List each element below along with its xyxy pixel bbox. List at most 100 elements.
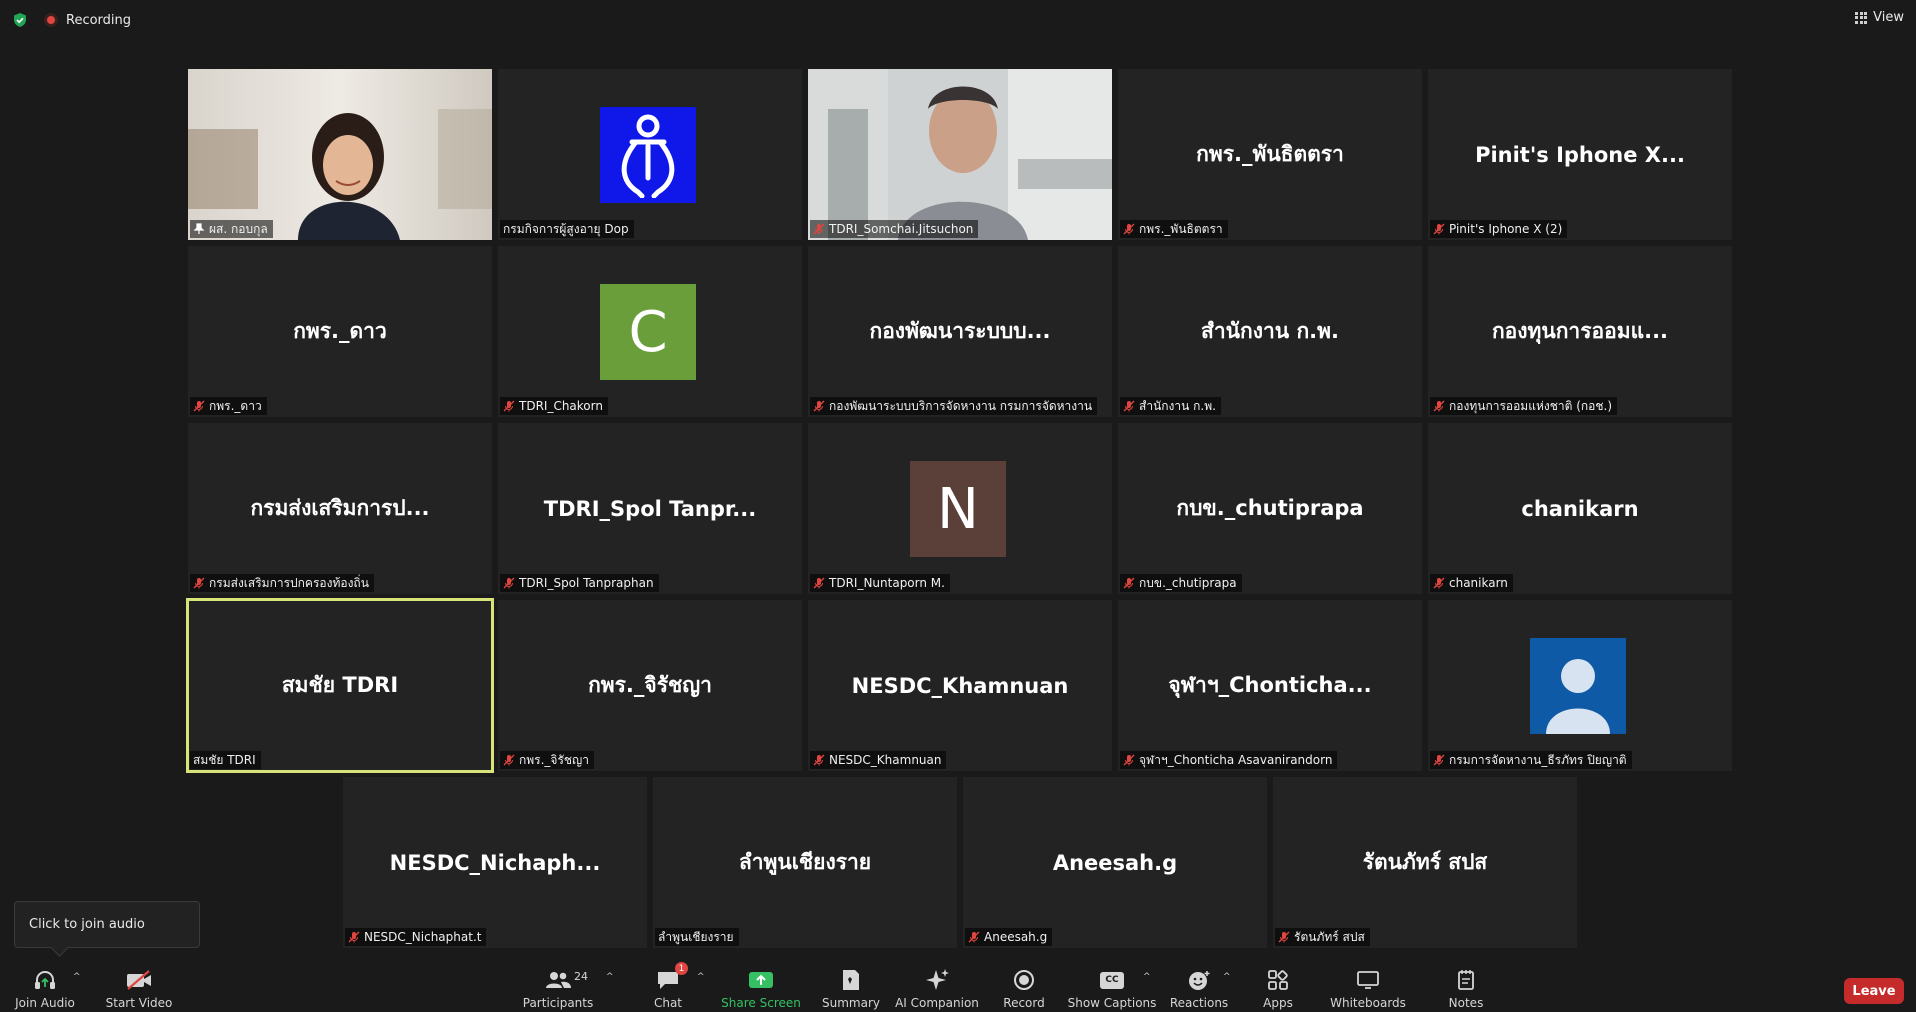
participant-name: กรมการจัดหางาน_ธีรภัทร ปิยญาติ [1449,752,1627,767]
avatar-initial: C [628,299,668,365]
video-off-icon [125,966,153,994]
chat-button[interactable]: 1 Chat [648,960,688,1012]
shield-icon[interactable] [12,12,28,28]
participant-name: NESDC_Khamnuan [829,753,942,767]
participant-name: chanikarn [1449,576,1508,590]
muted-mic-icon [503,400,515,412]
reactions-options-caret-icon[interactable]: ^ [1223,972,1231,982]
participants-button[interactable]: 24 Participants [522,960,594,1012]
participant-tile[interactable]: ผส. กอบกุล [188,69,492,240]
participant-tile[interactable]: C TDRI_Chakorn [498,246,802,417]
participant-name-label: กรมกิจการผู้สูงอายุ Dop [500,220,634,238]
participant-tile[interactable]: กพร._จิรัชญา กพร._จิรัชญา [498,600,802,771]
show-captions-button[interactable]: CC Show Captions [1068,960,1156,1012]
join-audio-button[interactable]: Join Audio [14,960,76,1012]
participant-tile[interactable]: กองพัฒนาระบบบ... กองพัฒนาระบบบริการจัดหาง… [808,246,1112,417]
participant-tile[interactable]: รัตนภัทร์ สปส รัตนภัทร์ สปส [1273,777,1577,948]
recording-indicator[interactable]: Recording [44,10,131,30]
participant-tile[interactable]: NESDC_Nichaph... NESDC_Nichaphat.t [343,777,647,948]
participant-name: สมชัย TDRI [193,752,256,767]
whiteboards-button[interactable]: Whiteboards [1330,960,1406,1012]
participant-display-name: จุฬาฯ_Chonticha... [1168,673,1372,697]
record-button[interactable]: Record [1000,960,1048,1012]
captions-icon-text: CC [1100,971,1124,989]
participant-tile[interactable]: NESDC_Khamnuan NESDC_Khamnuan [808,600,1112,771]
participant-tile[interactable]: จุฬาฯ_Chonticha... จุฬาฯ_Chonticha Asavan… [1118,600,1422,771]
chat-label: Chat [653,996,683,1010]
participant-tile[interactable]: กรมการจัดหางาน_ธีรภัทร ปิยญาติ [1428,600,1732,771]
participant-name-label: NESDC_Nichaphat.t [345,928,487,946]
participant-name-label: กบข._chutiprapa [1120,574,1242,592]
leave-button[interactable]: Leave [1844,978,1904,1004]
captions-options-caret-icon[interactable]: ^ [1143,972,1151,982]
reactions-button[interactable]: Reactions [1170,960,1228,1012]
participant-name: กรมกิจการผู้สูงอายุ Dop [503,221,629,236]
participant-tile[interactable]: กบข._chutiprapa กบข._chutiprapa [1118,423,1422,594]
muted-mic-icon [813,400,825,412]
muted-mic-icon [1123,400,1135,412]
participant-tile[interactable]: N TDRI_Nuntaporn M. [808,423,1112,594]
audio-options-caret-icon[interactable]: ^ [73,972,81,982]
participant-name-label: TDRI_Somchai.Jitsuchon [810,220,979,238]
record-icon [1013,966,1035,994]
muted-mic-icon [813,577,825,589]
participant-name: ลำพูนเชียงราย [658,929,734,944]
chat-options-caret-icon[interactable]: ^ [697,972,705,982]
participant-tile[interactable]: กพร._พันธิตตรา กพร._พันธิตตรา [1118,69,1422,240]
pin-icon [193,223,205,234]
apps-button[interactable]: Apps [1258,960,1298,1012]
view-button[interactable]: View [1855,10,1904,25]
share-screen-button[interactable]: Share Screen [721,960,801,1012]
start-video-label: Start Video [105,996,173,1010]
participant-tile[interactable]: Pinit's Iphone X... Pinit's Iphone X (2) [1428,69,1732,240]
participant-tile[interactable]: ลำพูนเชียงราย ลำพูนเชียงราย [653,777,957,948]
participant-tile[interactable]: TDRI_Somchai.Jitsuchon [808,69,1112,240]
participant-avatar: C [600,284,696,380]
participant-name: กองทุนการออมแห่งชาติ (กอช.) [1449,398,1613,413]
participant-tile[interactable]: Aneesah.g Aneesah.g [963,777,1267,948]
muted-mic-icon [968,931,980,943]
notes-button[interactable]: Notes [1446,960,1486,1012]
participant-name-label: TDRI_Spol Tanpraphan [500,574,659,592]
ai-companion-button[interactable]: AI Companion [895,960,979,1012]
record-label: Record [1003,996,1045,1010]
participant-display-name: กบข._chutiprapa [1176,496,1364,520]
muted-mic-icon [1278,931,1290,943]
participant-tile[interactable]: กรมกิจการผู้สูงอายุ Dop [498,69,802,240]
reactions-label: Reactions [1169,996,1229,1010]
meeting-toolbar: Join Audio ^ Start Video 24 Participants… [0,960,1916,1012]
participants-options-caret-icon[interactable]: ^ [606,972,614,982]
apps-label: Apps [1263,996,1293,1010]
chat-unread-badge: 1 [675,962,688,975]
participant-display-name: รัตนภัทร์ สปส [1362,850,1488,874]
chat-icon: 1 [656,962,688,994]
muted-mic-icon [1433,400,1445,412]
participant-tile[interactable]: chanikarn chanikarn [1428,423,1732,594]
participant-tile[interactable]: กพร._ดาว กพร._ดาว [188,246,492,417]
participant-tile[interactable]: กองทุนการออมแ... กองทุนการออมแห่งชาติ (กอ… [1428,246,1732,417]
participant-tile[interactable]: สำนักงาน ก.พ. สำนักงาน ก.พ. [1118,246,1422,417]
participant-name: กพร._ดาว [209,398,262,413]
start-video-button[interactable]: Start Video [104,960,174,1012]
muted-mic-icon [193,400,205,412]
participant-name: กองพัฒนาระบบบริการจัดหางาน กรมการจัดหางา… [829,398,1093,413]
muted-mic-icon [503,577,515,589]
participant-display-name: TDRI_Spol Tanpr... [543,496,757,521]
participant-tile[interactable]: สมชัย TDRI สมชัย TDRI [186,598,494,773]
participant-display-name: NESDC_Nichaph... [389,850,601,875]
summary-button[interactable]: Summary [822,960,880,1012]
participant-display-name: กพร._ดาว [293,319,387,343]
captions-icon: CC [1100,966,1124,994]
participant-tile[interactable]: TDRI_Spol Tanpr... TDRI_Spol Tanpraphan [498,423,802,594]
participant-name: TDRI_Chakorn [519,399,603,413]
participant-name-label: TDRI_Chakorn [500,397,608,415]
participant-name-label: ลำพูนเชียงราย [655,928,739,946]
tooltip-text: Click to join audio [29,917,145,932]
muted-mic-icon [813,754,825,766]
participant-tile[interactable]: กรมส่งเสริมการป... กรมส่งเสริมการปกครองท้… [188,423,492,594]
participant-display-name: สมชัย TDRI [281,673,399,697]
participant-avatar: N [910,461,1006,557]
participant-display-name: NESDC_Khamnuan [851,673,1069,698]
participant-video [808,69,1112,240]
participant-name: รัตนภัทร์ สปส [1294,929,1365,944]
